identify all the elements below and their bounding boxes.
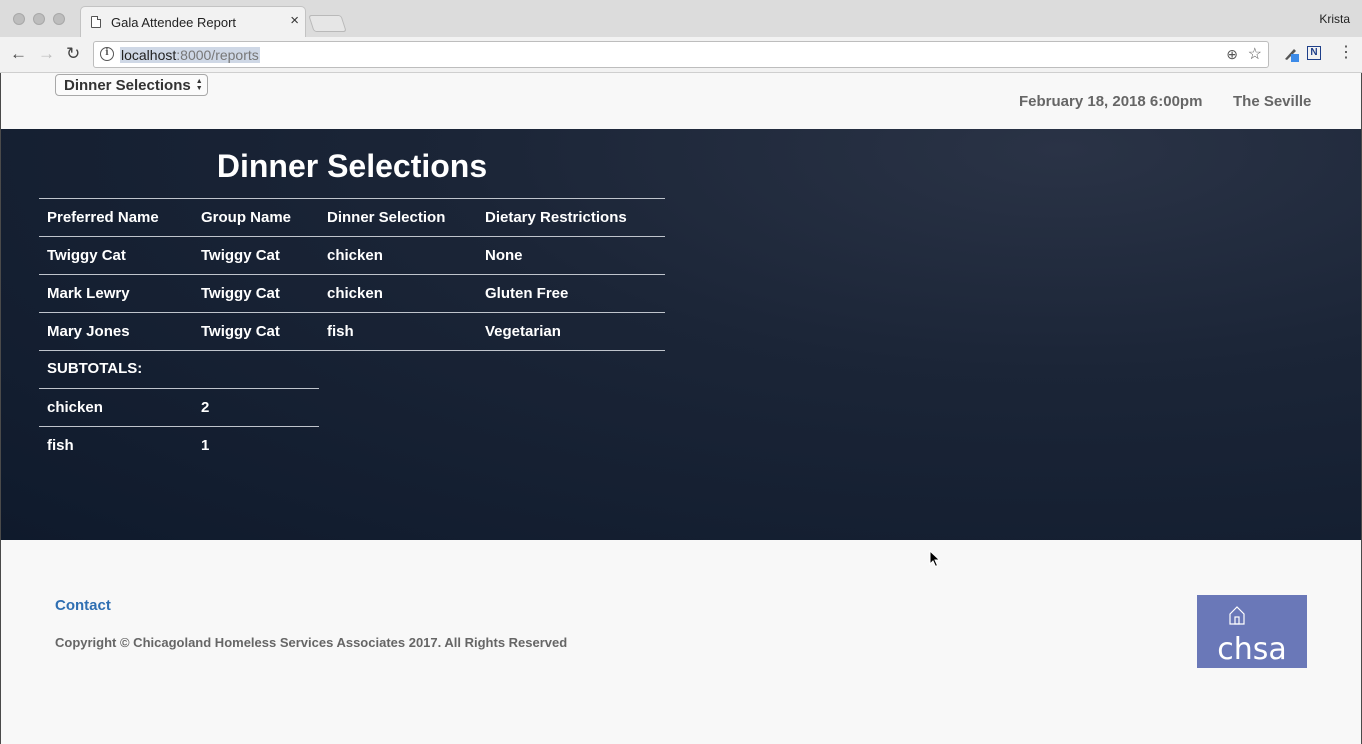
table-cell: Vegetarian: [477, 312, 665, 351]
browser-toolbar: ← → ↻ i localhost:8000/reports ⊕ ☆ N ⋮: [0, 37, 1362, 73]
table-cell: Twiggy Cat: [39, 236, 193, 275]
profile-name[interactable]: Krista: [1319, 12, 1350, 26]
table-row: Mark Lewry Twiggy Cat chicken Gluten Fre…: [39, 274, 665, 313]
subtotal-count: 1: [193, 425, 319, 464]
document-icon: [91, 16, 101, 28]
url-path: :8000/reports: [176, 47, 259, 63]
url-host: localhost: [121, 47, 177, 63]
dinner-selections-table: Preferred Name Group Name Dinner Selecti…: [39, 198, 665, 351]
table-cell: Twiggy Cat: [193, 312, 319, 351]
table-cell: fish: [319, 312, 477, 351]
subtotal-item: chicken: [39, 387, 193, 426]
info-icon[interactable]: i: [100, 47, 114, 61]
new-tab-button[interactable]: [308, 15, 347, 32]
table-row: Mary Jones Twiggy Cat fish Vegetarian: [39, 312, 665, 351]
table-cell: Twiggy Cat: [193, 236, 319, 275]
table-cell: Mark Lewry: [39, 274, 193, 313]
extension-n-icon[interactable]: N: [1307, 46, 1321, 60]
maximize-window-button[interactable]: [53, 13, 65, 25]
mouse-cursor-icon: [929, 550, 941, 568]
chsa-logo: chsa: [1197, 595, 1307, 668]
column-header: Preferred Name: [39, 198, 193, 237]
browser-tab-bar: Gala Attendee Report × Krista: [0, 0, 1362, 37]
table-header-row: Preferred Name Group Name Dinner Selecti…: [39, 198, 665, 237]
report-select-value: Dinner Selections: [64, 77, 191, 94]
bookmark-star-icon[interactable]: ☆: [1248, 44, 1262, 64]
table-cell: chicken: [319, 236, 477, 275]
subtotal-row: chicken 2: [39, 387, 319, 426]
address-bar[interactable]: i localhost:8000/reports ⊕ ☆: [93, 41, 1269, 68]
subtotals-header-row: SUBTOTALS:: [39, 350, 319, 388]
event-date: February 18, 2018 6:00pm: [1019, 93, 1203, 110]
table-cell: chicken: [319, 274, 477, 313]
tab-title: Gala Attendee Report: [111, 15, 237, 30]
table-cell: None: [477, 236, 665, 275]
forward-arrow-icon[interactable]: →: [38, 44, 55, 64]
extension-pen-icon[interactable]: [1283, 46, 1299, 62]
subtotal-count: 2: [193, 387, 319, 426]
table-cell: Mary Jones: [39, 312, 193, 351]
browser-tab[interactable]: Gala Attendee Report ×: [80, 6, 306, 37]
contact-link[interactable]: Contact: [55, 597, 111, 614]
close-window-button[interactable]: [13, 13, 25, 25]
subtotals-label: SUBTOTALS:: [47, 360, 143, 378]
table-row: Twiggy Cat Twiggy Cat chicken None: [39, 236, 665, 275]
back-arrow-icon[interactable]: ←: [10, 44, 27, 64]
url-text[interactable]: localhost:8000/reports: [120, 47, 260, 63]
house-icon: [1229, 606, 1245, 625]
select-arrows-icon: ▲ ▼: [195, 78, 203, 92]
table-cell: Twiggy Cat: [193, 274, 319, 313]
zoom-icon[interactable]: ⊕: [1226, 46, 1238, 63]
page: Dinner Selections ▲ ▼ February 18, 2018 6…: [0, 73, 1362, 744]
copyright-text: Copyright © Chicagoland Homeless Service…: [55, 635, 568, 650]
report-panel: Dinner Selections Preferred Name Group N…: [1, 129, 1361, 540]
minimize-window-button[interactable]: [33, 13, 45, 25]
table-cell: Gluten Free: [477, 274, 665, 313]
subtotals-table: SUBTOTALS: chicken 2 fish 1: [39, 350, 319, 464]
logo-text: chsa: [1217, 632, 1287, 667]
column-header: Dinner Selection: [319, 198, 477, 237]
report-title: Dinner Selections: [216, 148, 488, 184]
close-tab-icon[interactable]: ×: [290, 13, 299, 29]
report-select[interactable]: Dinner Selections ▲ ▼: [55, 74, 208, 96]
subtotal-item: fish: [39, 425, 193, 464]
subtotal-row: fish 1: [39, 425, 319, 464]
browser-menu-icon[interactable]: ⋮: [1338, 43, 1354, 63]
column-header: Dietary Restrictions: [477, 198, 665, 237]
column-header: Group Name: [193, 198, 319, 237]
reload-icon[interactable]: ↻: [66, 44, 80, 64]
event-venue: The Seville: [1233, 93, 1312, 110]
